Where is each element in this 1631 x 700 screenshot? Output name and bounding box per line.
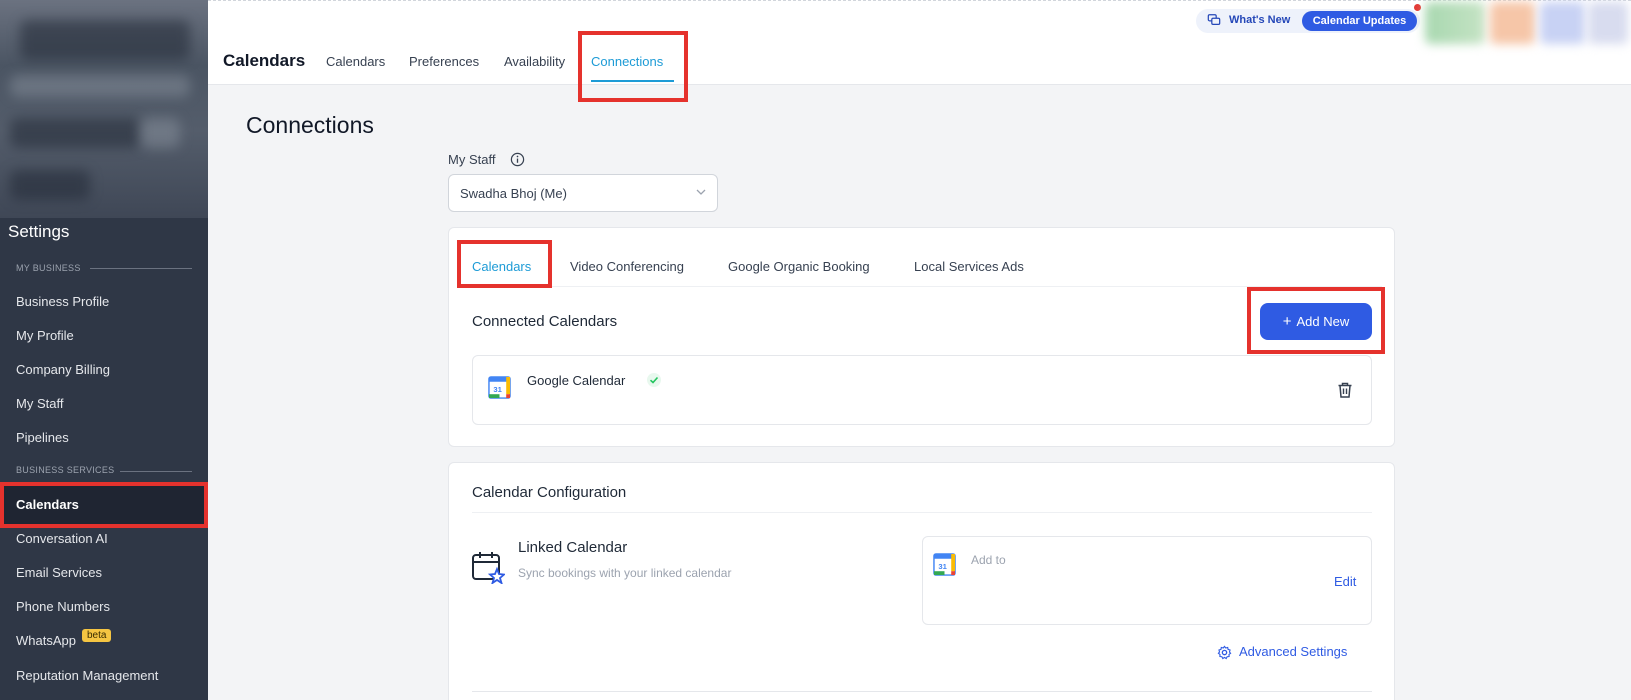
- tab-availability[interactable]: Availability: [504, 54, 565, 69]
- advanced-settings-link[interactable]: Advanced Settings: [1239, 644, 1347, 659]
- highlight-box-connections-tab: [578, 31, 688, 102]
- sidebar-item-phone-numbers[interactable]: Phone Numbers: [16, 599, 110, 614]
- sidebar-item-my-profile[interactable]: My Profile: [16, 328, 74, 343]
- announcement-icon: [1207, 14, 1221, 25]
- blurred-header-avatar: [1490, 2, 1535, 44]
- sidebar-item-reputation-management[interactable]: Reputation Management: [16, 668, 158, 683]
- sidebar-item-pipelines[interactable]: Pipelines: [16, 430, 69, 445]
- google-calendar-icon: 31: [933, 553, 956, 576]
- check-icon: [647, 373, 661, 387]
- highlight-box-sidebar-calendars: [0, 482, 208, 528]
- linked-calendar-title: Linked Calendar: [518, 539, 628, 556]
- inner-tab-local-services-ads[interactable]: Local Services Ads: [914, 259, 1024, 274]
- linked-calendar-icon: [472, 552, 505, 584]
- chevron-down-icon: [696, 189, 706, 195]
- section-divider: [472, 691, 1372, 692]
- sidebar-item-conversation-ai[interactable]: Conversation AI: [16, 531, 108, 546]
- tab-calendars[interactable]: Calendars: [326, 54, 385, 69]
- highlight-box-add-new: [1247, 287, 1385, 354]
- edit-link[interactable]: Edit: [1334, 574, 1356, 589]
- blurred-header-avatar: [1540, 2, 1585, 44]
- connected-calendars-title: Connected Calendars: [472, 313, 618, 330]
- calendar-day-number: 31: [938, 562, 947, 571]
- add-to-box: [922, 536, 1372, 625]
- gear-icon[interactable]: [1217, 645, 1232, 660]
- section-label-my-business: MY BUSINESS: [16, 263, 81, 273]
- google-calendar-row: [472, 355, 1372, 425]
- inner-tab-video-conferencing[interactable]: Video Conferencing: [570, 259, 684, 274]
- beta-badge: beta: [81, 629, 112, 642]
- sidebar-item-my-staff[interactable]: My Staff: [16, 396, 63, 411]
- google-calendar-icon: 31: [488, 376, 511, 399]
- calendar-day-number: 31: [493, 385, 502, 394]
- highlight-box-calendars-tab: [457, 240, 552, 288]
- config-divider: [472, 512, 1372, 513]
- notification-dot: [1414, 4, 1421, 11]
- sidebar-item-label: WhatsApp: [16, 633, 76, 648]
- my-staff-label: My Staff: [448, 152, 496, 167]
- add-to-label: Add to: [971, 553, 1006, 567]
- linked-calendar-description: Sync bookings with your linked calendar: [518, 566, 732, 580]
- inner-tab-google-organic-booking[interactable]: Google Organic Booking: [728, 259, 870, 274]
- page-title: Connections: [246, 112, 374, 138]
- sidebar-item-company-billing[interactable]: Company Billing: [16, 362, 110, 377]
- whats-new-link[interactable]: What's New: [1229, 14, 1290, 26]
- calendar-updates-badge[interactable]: Calendar Updates: [1302, 11, 1417, 31]
- section-divider: [90, 268, 192, 269]
- sidebar-item-email-services[interactable]: Email Services: [16, 565, 102, 580]
- tab-preferences[interactable]: Preferences: [409, 54, 479, 69]
- staff-select-value: Swadha Bhoj (Me): [460, 186, 567, 201]
- blurred-header-avatar: [1425, 2, 1485, 44]
- trash-icon[interactable]: [1336, 381, 1354, 399]
- section-divider: [120, 471, 192, 472]
- section-label-business-services: BUSINESS SERVICES: [16, 465, 115, 475]
- google-calendar-label: Google Calendar: [527, 373, 626, 388]
- settings-title: Settings: [8, 222, 70, 241]
- sidebar-item-business-profile[interactable]: Business Profile: [16, 294, 109, 309]
- calendar-configuration-title: Calendar Configuration: [472, 484, 627, 501]
- header-top-border: [208, 0, 1631, 1]
- sidebar-item-whatsapp[interactable]: WhatsApp beta: [16, 629, 112, 649]
- app-title: Calendars: [223, 51, 306, 70]
- blurred-header-avatar: [1588, 2, 1628, 44]
- info-icon[interactable]: [510, 152, 525, 167]
- sidebar-blurred-region: [0, 0, 208, 218]
- sidebar: Settings MY BUSINESS Business Profile My…: [0, 0, 208, 700]
- tabs-divider: [460, 286, 1382, 287]
